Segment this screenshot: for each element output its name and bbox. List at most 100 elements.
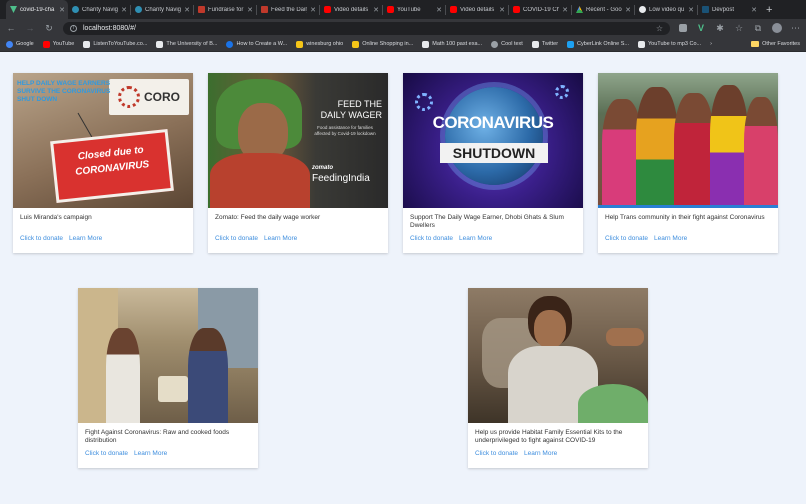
shutdown-text: SHUTDOWN [440,143,548,163]
bookmark-cyberlink[interactable]: CyberLink Online S... [567,40,629,48]
card-actions: Click to donate Learn More [468,450,648,457]
virus-particle-right [555,85,569,99]
new-tab-button[interactable]: + [766,4,772,16]
donate-link[interactable]: Click to donate [215,235,258,242]
other-favorites[interactable]: Other Favorites [751,41,800,47]
bookmark-listentoyoutube[interactable]: ListenToYouTube.co... [83,40,147,48]
vue-devtools-icon[interactable]: V [696,23,706,33]
back-arrow-icon[interactable]: ← [6,23,16,33]
close-icon[interactable]: ✕ [373,6,379,14]
tab-low-video-quality[interactable]: Low video qu ✕ [635,0,697,19]
tab-video-details-2[interactable]: Video details ✕ [446,0,508,19]
bookmark-youtube-mp3[interactable]: YouTube to mp3 Co... [638,40,701,48]
campaign-image-habitat-essential-kits[interactable] [468,288,648,423]
donate-link[interactable]: Click to donate [475,450,518,457]
campaign-card[interactable]: Help Trans community in their fight agai… [598,73,778,253]
extension-icon[interactable] [679,24,687,32]
browser-toolbar: ← → ↻ i localhost:8080/#/ ☆ V ✱ ☆ ⧉ ⋯ [0,19,806,37]
bookmarks-overflow-chevron-icon[interactable]: › [710,41,712,47]
bookmark-twitter[interactable]: Twitter [531,40,558,48]
campaign-card[interactable]: FEED THE DAILY WAGER Food assistance for… [208,73,388,253]
campaign-image-trans-community[interactable] [598,73,778,208]
close-icon[interactable]: ✕ [625,6,631,14]
collections-icon[interactable]: ⧉ [753,23,763,34]
bookmark-how-to-create[interactable]: How to Create a W... [226,40,288,48]
tab-label: Recent - Goo [586,6,622,13]
close-icon[interactable]: ✕ [121,6,127,14]
donate-link[interactable]: Click to donate [410,235,453,242]
campaign-card[interactable]: Fight Against Coronavirus: Raw and cooke… [78,288,258,468]
soap-water-bowl [578,384,648,423]
bookmark-online-shopping[interactable]: Online Shopping in... [352,40,413,48]
tab-devpost[interactable]: Devpost ✕ [698,0,760,19]
learn-more-link[interactable]: Learn More [264,235,297,242]
bookmark-youtube[interactable]: YouTube [42,40,74,48]
tab-covid-19-ch[interactable]: COVID-19 Ch ✕ [509,0,571,19]
virus-particle-left [415,93,433,111]
campaign-image-food-distribution[interactable] [78,288,258,423]
ketto-icon [261,6,268,13]
card-actions: Click to donate Learn More [208,235,388,242]
donate-link[interactable]: Click to donate [20,235,63,242]
forward-arrow-icon[interactable]: → [25,23,35,33]
campaign-card[interactable]: CORONAVIRUS SHUTDOWN Support The Daily W… [403,73,583,253]
close-icon[interactable]: ✕ [499,6,505,14]
campaign-card[interactable]: CORO HELP DAILY WAGE EARNERS SURVIVE THE… [13,73,193,253]
tab-recent-google-drive[interactable]: Recent - Goo ✕ [572,0,634,19]
bookmark-university[interactable]: The University of B... [156,40,217,48]
man-right [188,328,228,423]
page-icon [638,40,646,48]
close-icon[interactable]: ✕ [247,6,253,14]
bookmark-winesburg[interactable]: winesburg ohio [296,40,343,48]
bookmark-google[interactable]: Google [6,40,34,48]
puzzle-icon[interactable]: ✱ [715,23,725,34]
bookmark-cool-text[interactable]: Cool text [491,40,523,48]
learn-more-link[interactable]: Learn More [69,235,102,242]
learn-more-link[interactable]: Learn More [459,235,492,242]
address-bar[interactable]: i localhost:8080/#/ ☆ [63,21,670,35]
donate-link[interactable]: Click to donate [85,450,128,457]
profile-avatar[interactable] [772,23,782,33]
donate-link[interactable]: Click to donate [605,235,648,242]
bookmarks-bar: Google YouTube ListenToYouTube.co... The… [0,37,806,52]
tab-charity-navigator-2[interactable]: Charity Navig ✕ [131,0,193,19]
tab-video-details-1[interactable]: Video details ✕ [320,0,382,19]
hanging-string [77,112,94,140]
tab-fundraise[interactable]: Fundraise for ✕ [194,0,256,19]
tab-youtube[interactable]: YouTube ✕ [383,0,445,19]
card-title: Help us provide Habitat Family Essential… [475,429,623,444]
youtube-icon [324,6,331,13]
browser-window-chrome: covid-19-cha ✕ Charity Navig ✕ Charity N… [0,0,806,52]
close-icon[interactable]: ✕ [751,6,757,14]
learn-more-link[interactable]: Learn More [134,450,167,457]
learn-more-link[interactable]: Learn More [654,235,687,242]
site-info-icon[interactable]: i [70,24,77,32]
tab-label: Fundraise for [208,6,244,13]
campaign-image-feed-daily-wager[interactable]: FEED THE DAILY WAGER Food assistance for… [208,73,388,208]
bookmark-label: Google [16,41,34,47]
tab-feed-the-daily[interactable]: Feed the Daily ✕ [257,0,319,19]
tab-charity-navigator-1[interactable]: Charity Navig ✕ [68,0,130,19]
url-text[interactable]: localhost:8080/#/ [83,25,650,32]
close-icon[interactable]: ✕ [310,6,316,14]
close-icon[interactable]: ✕ [436,6,442,14]
bookmark-label: How to Create a W... [236,41,288,47]
close-icon[interactable]: ✕ [59,6,65,14]
reload-icon[interactable]: ↻ [44,23,54,34]
close-icon[interactable]: ✕ [688,6,694,14]
tab-label: Feed the Daily [271,6,308,13]
menu-dots-icon[interactable]: ⋯ [791,23,800,34]
campaign-card[interactable]: Help us provide Habitat Family Essential… [468,288,648,468]
campaign-image-closed-sign[interactable]: CORO HELP DAILY WAGE EARNERS SURVIVE THE… [13,73,193,208]
youtube-icon [513,6,520,13]
close-icon[interactable]: ✕ [562,6,568,14]
bookmark-star-icon[interactable]: ☆ [656,24,663,33]
twitter-icon [531,40,539,48]
tab-covid-19-charity[interactable]: covid-19-cha ✕ [6,0,68,19]
favorites-icon[interactable]: ☆ [734,23,744,34]
close-icon[interactable]: ✕ [184,6,190,14]
learn-more-link[interactable]: Learn More [524,450,557,457]
campaign-image-coronavirus-shutdown[interactable]: CORONAVIRUS SHUTDOWN [403,73,583,208]
bookmark-math-100[interactable]: Math 100 past exa... [422,40,482,48]
youtube-icon [450,6,457,13]
